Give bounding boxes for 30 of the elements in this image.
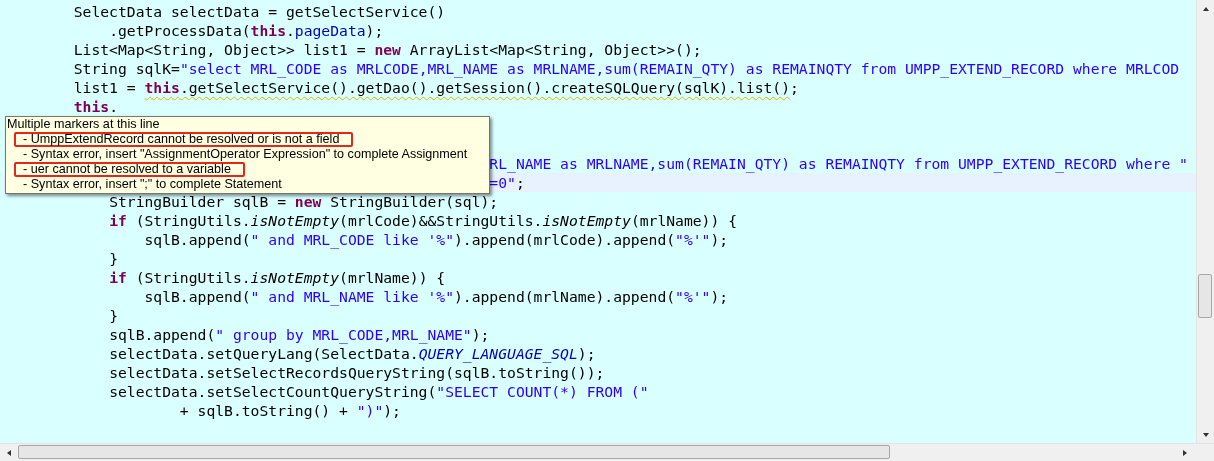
code-line: List<Map<String, Object>> list1 = new ArrayList<Map<String, Object>>(); — [73, 41, 702, 58]
marker-message: - Syntax error, insert "AssignmentOperator Expression" to complete Assignment — [22, 147, 469, 162]
code-line: if (StringUtils.isNotEmpty(mrlCode)&&StringUtils.isNotEmpty(mrlName)) { — [109, 212, 737, 229]
code-line: list1 = this.getSelectService().getDao().getSession().createSQLQuery(sqlK).list(); — [73, 79, 799, 96]
tooltip-title: Multiple markers at this line — [7, 117, 161, 132]
code-line: .getProcessData(this.pageData); — [109, 22, 384, 39]
code-line: StringBuilder sqlB = new StringBuilder(sql); — [109, 193, 499, 210]
code-line: this. — [73, 98, 118, 115]
scroll-thumb[interactable] — [18, 445, 890, 459]
code-editor[interactable] — [0, 0, 1214, 443]
code-line: =0"; — [489, 174, 525, 191]
marker-message: - UmppExtendRecord cannot be resolved or is not a field — [14, 132, 354, 147]
code-line: + sqlB.toString() + ")"); — [179, 402, 401, 419]
scroll-thumb[interactable] — [1198, 274, 1212, 318]
vertical-scrollbar[interactable] — [1196, 0, 1214, 443]
code-line: } — [109, 307, 118, 324]
code-line: sqlB.append(" group by MRL_CODE,MRL_NAME"); — [109, 326, 490, 343]
code-line: sqlB.append(" and MRL_NAME like '%").append(mrlName).append("%'"); — [144, 288, 729, 305]
code-line: selectData.setSelectRecordsQueryString(sqlB.toString()); — [109, 364, 605, 381]
code-line: SelectData selectData = getSelectService() — [73, 3, 446, 20]
marker-message: - Syntax error, insert ";" to complete Statement — [22, 177, 283, 192]
code-line: selectData.setSelectCountQueryString("SELECT COUNT(*) FROM (" — [109, 383, 649, 400]
code-line: if (StringUtils.isNotEmpty(mrlName)) { — [109, 269, 446, 286]
code-line: String sqlK="select MRL_CODE as MRLCODE,MRL_NAME as MRLNAME,sum(REMAIN_QTY) as REMAINQTY from UMPP_EXTEND_RECORD where MRLCOD — [73, 60, 1180, 77]
code-line: RL_NAME as MRLNAME,sum(REMAIN_QTY) as REMAINQTY from UMPP_EXTEND_RECORD where " — [489, 155, 1188, 172]
code-line: } — [109, 250, 118, 267]
marker-message: - uer cannot be resolved to a variable — [14, 162, 245, 177]
code-line: sqlB.append(" and MRL_CODE like '%").append(mrlCode).append("%'"); — [144, 231, 729, 248]
code-line: selectData.setQueryLang(SelectData.QUERY_LANGUAGE_SQL); — [109, 345, 596, 362]
horizontal-scrollbar[interactable] — [0, 443, 1214, 461]
